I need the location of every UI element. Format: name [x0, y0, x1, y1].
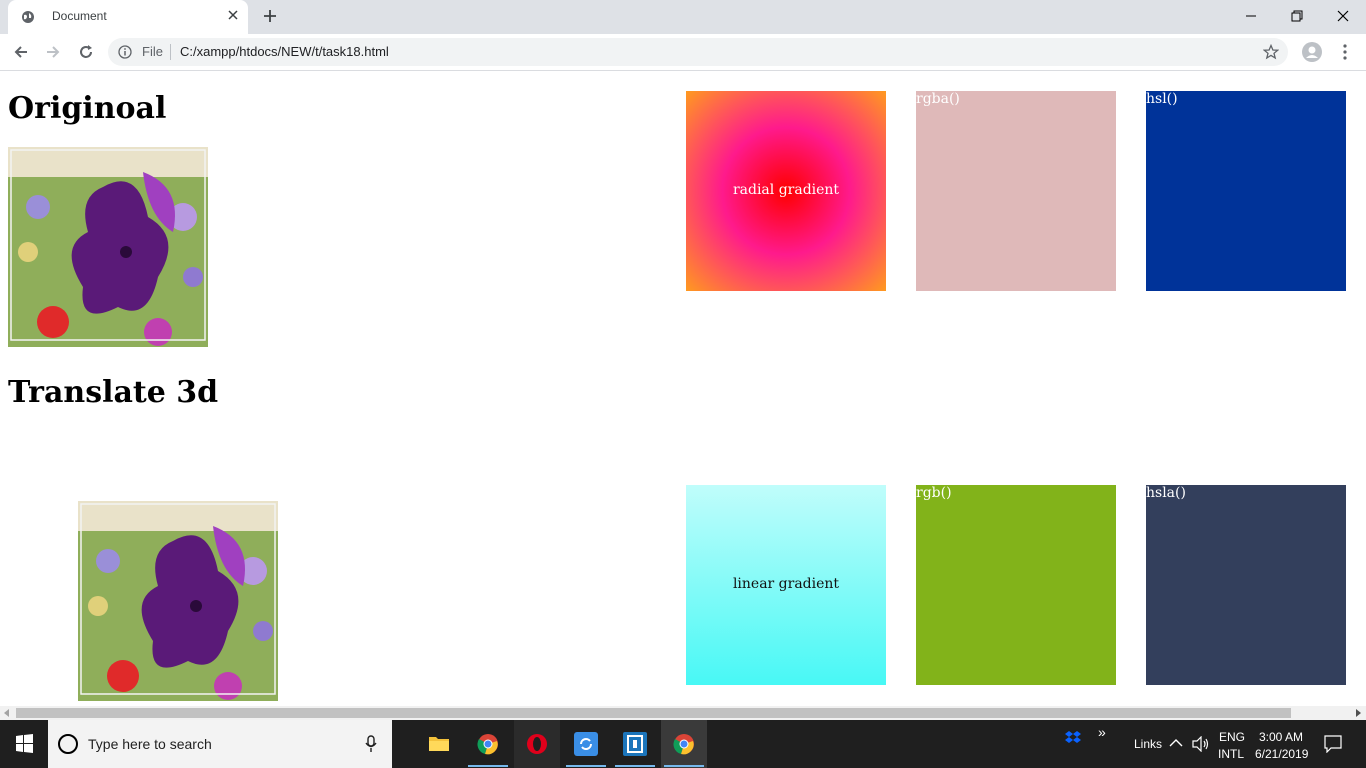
address-scheme: File	[142, 44, 163, 59]
overflow-chevrons-icon[interactable]: »	[1098, 724, 1106, 740]
windows-start-icon[interactable]	[0, 720, 48, 768]
opera-icon	[527, 734, 547, 754]
close-tab-icon[interactable]	[226, 8, 240, 22]
hsla-box: hsla()	[1146, 485, 1346, 685]
microphone-icon[interactable]	[364, 735, 378, 753]
rgb-box: rgb()	[916, 485, 1116, 685]
tab-title: Document	[52, 9, 107, 23]
folder-icon	[429, 737, 449, 751]
browser-toolbar: File C:/xampp/htdocs/NEW/t/task18.html	[0, 34, 1366, 71]
tray-up-arrow-icon[interactable]	[1169, 738, 1183, 748]
clock-time[interactable]: 3:00 AM	[1259, 730, 1303, 744]
hsla-label: hsla()	[1146, 485, 1186, 501]
active-indicator	[615, 765, 655, 767]
tab-document[interactable]: Document	[8, 0, 248, 34]
flower-image-translated	[78, 501, 278, 701]
reload-icon[interactable]	[77, 43, 95, 61]
search-placeholder: Type here to search	[88, 736, 212, 752]
chrome-app-1[interactable]	[465, 720, 511, 768]
notification-icon[interactable]	[1324, 735, 1342, 753]
globe-icon	[22, 11, 34, 23]
scroll-left-arrow-icon[interactable]	[4, 709, 9, 717]
bookmark-star-icon[interactable]	[1263, 44, 1279, 60]
sync-app[interactable]	[563, 720, 609, 768]
windows-taskbar: Type here to search » Links ENG INTL 3:0…	[0, 720, 1366, 768]
scroll-right-arrow-icon[interactable]	[1356, 709, 1361, 717]
web-page: Originoal Translate 3d radial gradient r…	[0, 71, 1366, 706]
linear-gradient-box: linear gradient	[686, 485, 886, 685]
hsl-label: hsl()	[1146, 91, 1178, 107]
cortana-icon	[58, 734, 78, 754]
hsl-box: hsl()	[1146, 91, 1346, 291]
radial-gradient-box: radial gradient	[686, 91, 886, 291]
speaker-icon[interactable]	[1192, 736, 1210, 752]
rgba-label: rgba()	[916, 91, 960, 107]
horizontal-scrollbar[interactable]	[0, 706, 1366, 720]
opera-app[interactable]	[514, 720, 560, 768]
active-indicator	[468, 765, 508, 767]
file-explorer-app[interactable]	[416, 720, 462, 768]
active-indicator	[664, 765, 704, 767]
dropbox-icon[interactable]	[1065, 730, 1081, 746]
profile-avatar-icon[interactable]	[1302, 42, 1322, 62]
info-icon[interactable]	[118, 45, 132, 59]
links-toolbar-label[interactable]: Links	[1134, 737, 1162, 751]
taskbar-search[interactable]: Type here to search	[48, 720, 392, 768]
brackets-icon	[623, 732, 647, 756]
address-separator	[170, 44, 171, 60]
brackets-app[interactable]	[612, 720, 658, 768]
restore-icon[interactable]	[1289, 8, 1305, 24]
chrome-icon	[673, 734, 694, 755]
scrollbar-thumb[interactable]	[16, 708, 1291, 718]
language-intl[interactable]: INTL	[1218, 747, 1244, 761]
tab-strip: Document	[0, 0, 1366, 34]
linear-gradient-label: linear gradient	[732, 576, 840, 592]
language-eng[interactable]: ENG	[1219, 730, 1245, 744]
menu-kebab-icon[interactable]	[1336, 43, 1354, 61]
radial-gradient-label: radial gradient	[732, 182, 840, 198]
flower-image-original	[8, 147, 208, 347]
active-indicator	[566, 765, 606, 767]
rgba-box: rgba()	[916, 91, 1116, 291]
back-icon[interactable]	[12, 43, 30, 61]
forward-icon[interactable]	[44, 43, 62, 61]
heading-translate-3d: Translate 3d	[8, 375, 219, 410]
address-bar[interactable]: File C:/xampp/htdocs/NEW/t/task18.html	[108, 38, 1288, 66]
new-tab-icon[interactable]	[262, 8, 278, 24]
address-url[interactable]: C:/xampp/htdocs/NEW/t/task18.html	[180, 44, 389, 59]
heading-original: Originoal	[8, 91, 167, 126]
rgb-label: rgb()	[916, 485, 952, 501]
minimize-icon[interactable]	[1243, 8, 1259, 24]
chrome-app-2[interactable]	[661, 720, 707, 768]
chrome-icon	[477, 734, 498, 755]
sync-icon	[574, 732, 598, 756]
window-close-icon[interactable]	[1335, 8, 1351, 24]
clock-date[interactable]: 6/21/2019	[1255, 747, 1308, 761]
